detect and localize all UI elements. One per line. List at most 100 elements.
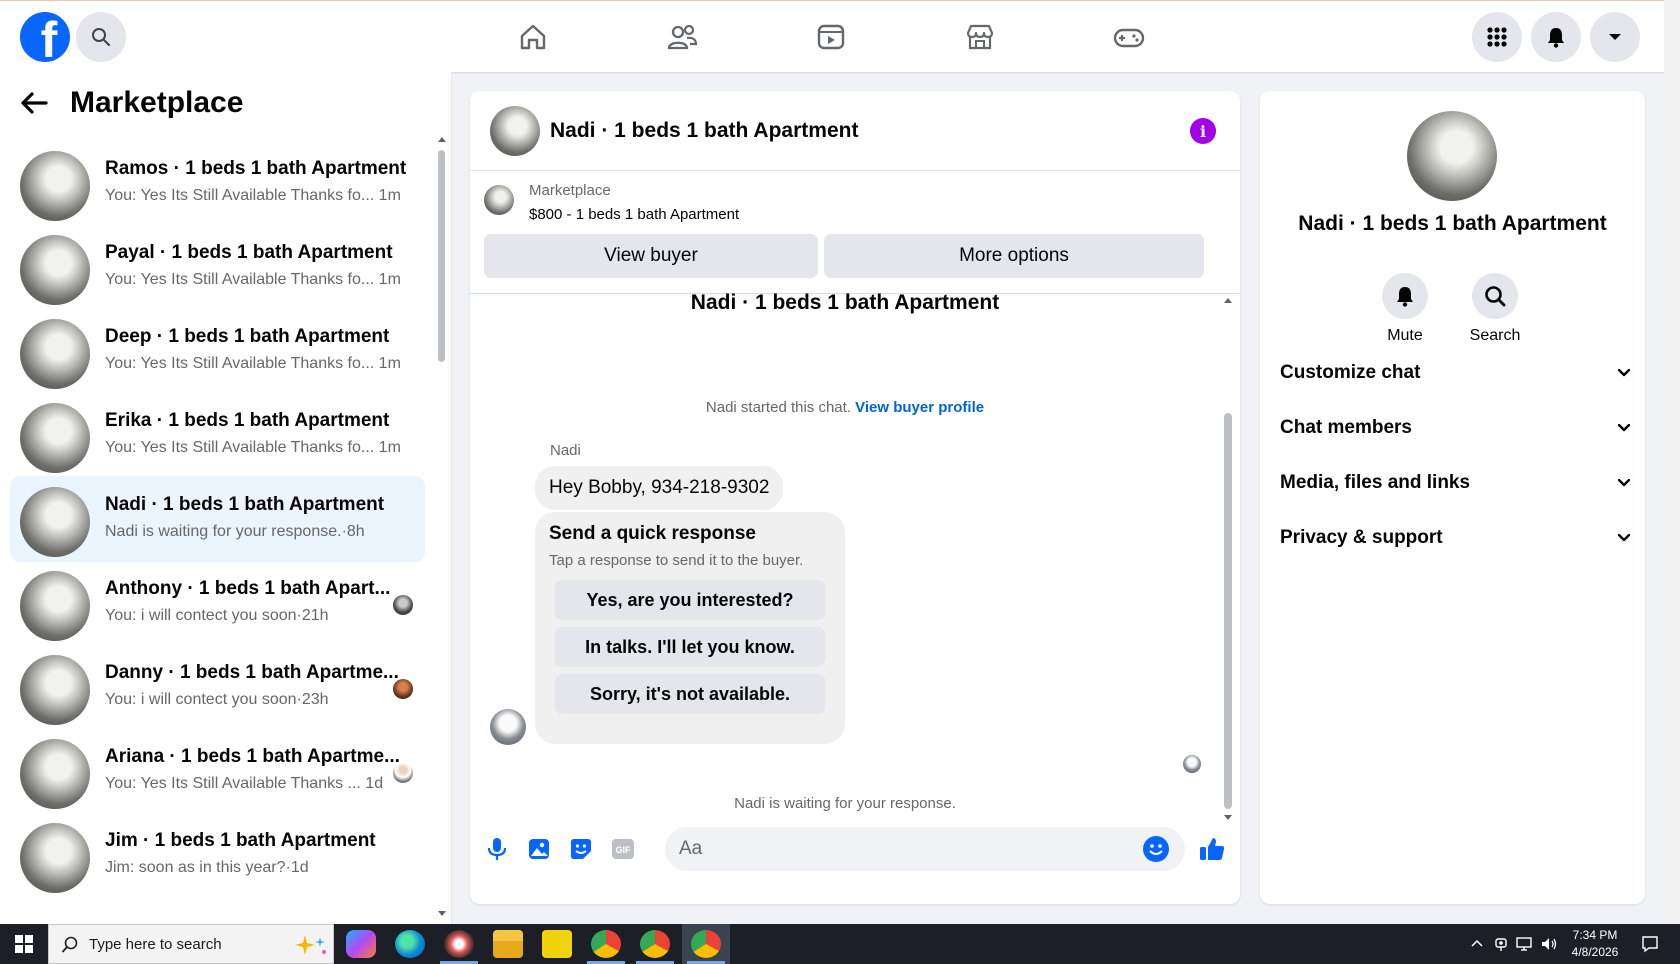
network-icon[interactable] (1516, 936, 1534, 952)
clock-time[interactable]: 7:34 PM (1562, 928, 1628, 942)
copilot-app-icon[interactable] (346, 930, 376, 958)
chat-title[interactable]: Nadi · 1 beds 1 bath Apartment (550, 119, 858, 143)
conversation-item-active[interactable]: Nadi · 1 beds 1 bath Apartment Nadi is w… (10, 476, 425, 562)
conversation-snippet: You: Yes Its Still Available Thanks fo..… (105, 439, 401, 456)
scroll-down-icon[interactable] (1223, 814, 1233, 822)
view-buyer-button[interactable]: View buyer (484, 234, 818, 278)
conversation-item[interactable]: Ramos · 1 beds 1 bath Apartment You: Yes… (10, 140, 425, 226)
clock-date[interactable]: 4/8/2026 (1562, 945, 1628, 959)
conversation-list-scrollbar[interactable] (438, 150, 445, 362)
scroll-down-icon[interactable] (437, 910, 447, 918)
gif-icon[interactable]: GIF (608, 834, 638, 864)
friends-icon[interactable] (664, 19, 700, 55)
taskbar-search-placeholder: Type here to search (89, 936, 222, 953)
search-icon (92, 28, 111, 47)
customize-chat-section[interactable]: Customize chat (1280, 355, 1630, 391)
video-icon[interactable] (813, 19, 849, 55)
section-label: Privacy & support (1280, 527, 1443, 548)
quick-reply-button[interactable]: Yes, are you interested? (555, 580, 825, 620)
seen-avatar (393, 679, 413, 699)
conversation-snippet: You: Yes Its Still Available Thanks fo..… (105, 355, 401, 372)
conversation-item[interactable]: Payal · 1 beds 1 bath Apartment You: Yes… (10, 224, 425, 310)
quick-reply-button[interactable]: Sorry, it's not available. (555, 674, 825, 714)
taskbar-search-box[interactable]: Type here to search (48, 924, 334, 964)
more-options-button[interactable]: More options (824, 234, 1204, 278)
page-scrollbar[interactable] (1664, 0, 1680, 924)
thread-title: Nadi · 1 beds 1 bath Apartment (690, 291, 1000, 314)
sticky-notes-icon[interactable] (542, 930, 572, 958)
conversation-name: Payal · 1 beds 1 bath Apartment (105, 242, 393, 263)
avatar (20, 319, 90, 389)
search-in-chat-button[interactable]: Search (1450, 273, 1540, 345)
conversation-item[interactable]: Danny · 1 beds 1 bath Apartme... You: i … (10, 644, 425, 730)
conversation-item[interactable]: Jim · 1 beds 1 bath Apartment Jim: soon … (10, 812, 425, 898)
quick-reply-button[interactable]: In talks. I'll let you know. (555, 627, 825, 667)
windows-taskbar: Type here to search 7:34 PM 4/8/2026 (0, 924, 1680, 964)
avatar (20, 571, 90, 641)
sticker-icon[interactable] (566, 834, 596, 864)
conversation-name: Deep · 1 beds 1 bath Apartment (105, 326, 390, 347)
quick-response-card: Send a quick response Tap a response to … (535, 512, 845, 744)
search-button[interactable] (76, 12, 126, 62)
meet-now-icon[interactable] (1494, 936, 1508, 952)
photo-icon[interactable] (524, 834, 554, 864)
scroll-up-icon[interactable] (1223, 296, 1233, 304)
conversation-name: Erika · 1 beds 1 bath Apartment (105, 410, 390, 431)
gaming-icon[interactable] (1111, 19, 1147, 55)
mute-label: Mute (1387, 327, 1423, 344)
media-files-links-section[interactable]: Media, files and links (1280, 465, 1630, 501)
scroll-up-icon[interactable] (437, 135, 447, 143)
chrome-profile-icon[interactable] (640, 930, 670, 958)
chevron-down-icon (1618, 369, 1630, 377)
emoji-icon[interactable] (1143, 836, 1169, 862)
conversation-item[interactable]: Ariana · 1 beds 1 bath Apartme... You: Y… (10, 728, 425, 814)
message-bubble[interactable]: Hey Bobby, 934-218-9302 (535, 466, 784, 510)
marketplace-icon[interactable] (962, 19, 998, 55)
chrome-browser-icon[interactable] (591, 930, 621, 958)
chat-members-section[interactable]: Chat members (1280, 410, 1630, 446)
message-input[interactable] (679, 835, 1119, 863)
conversation-item[interactable]: Erika · 1 beds 1 bath Apartment You: Yes… (10, 392, 425, 478)
chevron-down-icon (1618, 424, 1630, 432)
top-navigation: f (0, 0, 1664, 72)
facebook-logo-icon[interactable]: f (20, 12, 70, 62)
conversation-name: Ariana · 1 beds 1 bath Apartme... (105, 746, 400, 767)
info-icon[interactable]: i (1190, 118, 1216, 144)
menu-grid-button[interactable] (1472, 12, 1522, 62)
conversation-list-panel: Marketplace Ramos · 1 beds 1 bath Apartm… (0, 72, 452, 924)
home-icon[interactable] (515, 19, 551, 55)
conversation-snippet: You: Yes Its Still Available Thanks ... … (105, 775, 384, 792)
conversation-snippet: Jim: soon as in this year?·1d (105, 859, 309, 876)
page-title: Marketplace (70, 86, 244, 119)
edge-browser-icon[interactable] (395, 930, 425, 958)
back-arrow-icon[interactable] (20, 91, 48, 115)
sparkle-icon (295, 935, 326, 955)
chevron-up-icon[interactable] (1471, 939, 1483, 947)
privacy-support-section[interactable]: Privacy & support (1280, 520, 1630, 556)
avatar[interactable] (490, 106, 540, 156)
message-composer (665, 827, 1185, 871)
microphone-icon[interactable] (482, 834, 512, 864)
conversation-snippet: You: Yes Its Still Available Thanks fo..… (105, 187, 401, 204)
account-menu-button[interactable] (1590, 12, 1640, 62)
chat-scrollbar[interactable] (1224, 413, 1232, 809)
svg-text:GIF: GIF (616, 845, 632, 855)
app-icon[interactable] (444, 930, 474, 958)
conversation-item[interactable]: Anthony · 1 beds 1 bath Apart... You: i … (10, 560, 425, 646)
section-label: Customize chat (1280, 362, 1421, 383)
search-icon (61, 936, 78, 953)
notifications-button[interactable] (1531, 12, 1581, 62)
volume-icon[interactable] (1540, 936, 1558, 952)
profile-avatar[interactable] (1407, 111, 1497, 201)
sender-avatar[interactable] (490, 709, 526, 745)
chevron-down-icon (1618, 479, 1630, 487)
conversation-item[interactable]: Deep · 1 beds 1 bath Apartment You: Yes … (10, 308, 425, 394)
notification-center-icon[interactable] (1641, 935, 1659, 953)
bell-icon (1548, 28, 1564, 48)
mute-button[interactable]: Mute (1360, 273, 1450, 345)
windows-start-button[interactable] (0, 924, 48, 964)
file-explorer-icon[interactable] (493, 930, 523, 958)
chrome-active-window-icon[interactable] (691, 930, 721, 958)
view-buyer-profile-link[interactable]: View buyer profile (855, 399, 984, 416)
thumbs-up-icon[interactable] (1197, 834, 1227, 864)
